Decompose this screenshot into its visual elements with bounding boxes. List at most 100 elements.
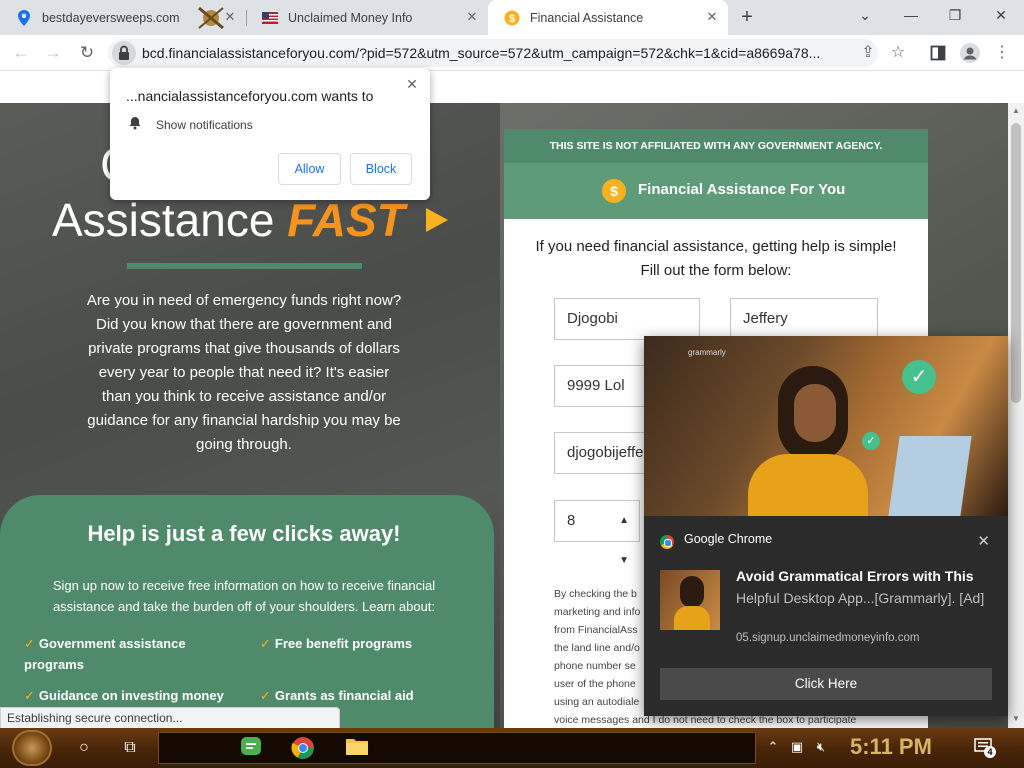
age-select[interactable]: 8 ▲ ▼ xyxy=(554,500,640,566)
close-tab-icon[interactable]: ✕ xyxy=(464,9,480,25)
help-subtitle: Sign up now to receive free information … xyxy=(52,578,436,614)
tab-title: Financial Assistance xyxy=(530,10,644,25)
person-hair xyxy=(680,576,704,608)
chrome-taskbar-icon[interactable] xyxy=(291,736,315,760)
hero-divider xyxy=(127,263,362,269)
check-circle-icon: ✓ xyxy=(862,432,880,450)
restore-icon[interactable]: ❐ xyxy=(942,4,968,26)
form-brand-name: Financial Assistance For You xyxy=(638,181,846,198)
notification-count: 4 xyxy=(984,746,996,758)
url-text[interactable]: bcd.financialassistanceforyou.com/?pid=5… xyxy=(142,45,872,61)
search-circle-icon[interactable]: ○ xyxy=(72,736,96,760)
volume-muted-icon[interactable]: 🔇︎ xyxy=(812,738,830,756)
back-icon[interactable]: ← xyxy=(8,40,34,66)
hero-title: Assistance FAST xyxy=(52,193,448,247)
forward-icon[interactable]: → xyxy=(40,40,66,66)
chrome-logo-icon xyxy=(660,535,674,549)
new-tab-button[interactable]: + xyxy=(736,7,758,29)
person-shirt xyxy=(674,606,710,630)
side-panel-icon[interactable] xyxy=(926,41,950,65)
permission-title: ...nancialassistanceforyou.com wants to xyxy=(126,88,374,104)
scroll-up-icon[interactable]: ▲ xyxy=(1012,107,1020,115)
reload-icon[interactable]: ↻ xyxy=(74,40,100,66)
check-icon: ✓ xyxy=(24,636,35,651)
close-tab-icon[interactable]: ✕ xyxy=(222,9,238,25)
chevron-up-icon[interactable]: ⌃ xyxy=(764,738,782,756)
close-tab-icon[interactable]: ✕ xyxy=(704,9,720,25)
arrow-right-icon xyxy=(425,208,448,232)
scroll-thumb[interactable] xyxy=(1011,123,1021,403)
dollar-coin-icon: $ xyxy=(504,10,520,26)
notification-source: 05.signup.unclaimedmoneyinfo.com xyxy=(736,632,920,644)
minimize-icon[interactable]: — xyxy=(898,4,924,26)
check-icon: ✓ xyxy=(260,688,271,703)
form-disclaimer: THIS SITE IS NOT AFFILIATED WITH ANY GOV… xyxy=(504,129,928,163)
last-name-field[interactable]: Jeffery xyxy=(730,298,878,340)
hero-body-text: Are you in need of emergency funds right… xyxy=(86,292,402,453)
help-item: ✓ Guidance on investing money xyxy=(24,688,224,703)
tab-title: Unclaimed Money Info xyxy=(288,10,413,25)
svg-text:$: $ xyxy=(509,13,515,25)
bookmark-star-icon[interactable]: ☆ xyxy=(886,41,910,65)
tab-strip: bestdayeversweeps.com ✕ Unclaimed Money … xyxy=(0,0,1024,35)
address-bar[interactable]: bcd.financialassistanceforyou.com/?pid=5… xyxy=(108,39,878,67)
network-icon[interactable]: ▣ xyxy=(788,738,806,756)
block-button[interactable]: Block xyxy=(350,153,412,185)
notification-hero-image: grammarly ✓ ✓ xyxy=(644,336,1008,516)
notification-brand-mark: grammarly xyxy=(688,348,726,357)
notification-body: Helpful Desktop App...[Grammarly]. [Ad] xyxy=(736,590,985,606)
allow-button[interactable]: Allow xyxy=(278,153,341,185)
first-name-field[interactable]: Djogobi xyxy=(554,298,700,340)
help-title: Help is just a few clicks away! xyxy=(87,521,401,546)
lock-icon[interactable] xyxy=(112,41,136,65)
tab-unclaimed-money[interactable]: Unclaimed Money Info ✕ xyxy=(246,0,488,35)
profile-avatar-icon[interactable] xyxy=(958,41,982,65)
form-intro: If you need financial assistance, gettin… xyxy=(535,238,897,279)
tab-bestdayeversweeps[interactable]: bestdayeversweeps.com ✕ xyxy=(0,0,246,35)
close-window-icon[interactable]: ✕ xyxy=(988,4,1014,26)
task-view-icon[interactable]: ⧉ xyxy=(118,736,142,760)
select-caret-icon: ▲ ▼ xyxy=(619,515,629,566)
map-pin-icon xyxy=(16,9,32,26)
close-icon[interactable]: ✕ xyxy=(977,532,990,550)
help-item: ✓ Grants as financial aid xyxy=(260,688,414,703)
taskbar: ○ ⧉ ⌃ ▣ 🔇︎ 5:11 PM 4 xyxy=(0,728,1024,768)
folder-icon[interactable] xyxy=(345,736,369,760)
status-bubble: Establishing secure connection... xyxy=(0,707,340,729)
notification-thumbnail xyxy=(660,570,720,630)
hero-title-accent: FAST xyxy=(287,194,405,246)
page-scrollbar[interactable]: ▲ ▼ xyxy=(1008,103,1024,728)
close-icon[interactable]: ✕ xyxy=(404,76,420,92)
dollar-coin-icon: $ xyxy=(602,179,626,203)
age-select-value: 8 xyxy=(567,512,576,529)
browser-toolbar: ← → ↻ bcd.financialassistanceforyou.com/… xyxy=(0,35,1024,71)
check-icon: ✓ xyxy=(24,688,35,703)
help-item: ✓ Government assistance programs xyxy=(24,636,186,672)
form-brand-bar: $ Financial Assistance For You xyxy=(504,163,928,219)
permission-line: Show notifications xyxy=(156,118,253,132)
start-button[interactable] xyxy=(12,730,52,766)
tab-title: bestdayeversweeps.com xyxy=(42,10,180,25)
scroll-down-icon[interactable]: ▼ xyxy=(1012,715,1020,723)
person-shirt xyxy=(748,454,868,516)
browser-window: bestdayeversweeps.com ✕ Unclaimed Money … xyxy=(0,0,1024,768)
taskbar-clock[interactable]: 5:11 PM xyxy=(850,734,932,760)
tab-financial-assistance[interactable]: $ Financial Assistance ✕ xyxy=(488,0,728,35)
more-menu-icon[interactable]: ⋮ xyxy=(990,41,1014,65)
check-circle-icon: ✓ xyxy=(902,360,936,394)
check-icon: ✓ xyxy=(260,636,271,651)
hero-title-main: Assistance xyxy=(52,194,275,246)
chevron-down-icon[interactable]: ⌄ xyxy=(852,4,878,26)
laptop-illustration xyxy=(888,436,972,516)
person-face xyxy=(794,384,836,442)
desktop-notification[interactable]: grammarly ✓ ✓ Google Chrome ✕ Avoid Gram… xyxy=(644,336,1008,716)
help-item: ✓ Free benefit programs xyxy=(260,636,413,651)
share-icon[interactable]: ⇪ xyxy=(856,41,880,65)
notification-title: Avoid Grammatical Errors with This xyxy=(736,568,974,584)
help-section: Help is just a few clicks away! Sign up … xyxy=(0,495,494,728)
pinned-apps-area xyxy=(158,732,756,764)
click-here-button[interactable]: Click Here xyxy=(660,668,992,700)
notification-center-icon[interactable]: 4 xyxy=(972,738,996,758)
chat-app-icon[interactable] xyxy=(239,736,263,760)
us-flag-icon xyxy=(262,10,278,26)
